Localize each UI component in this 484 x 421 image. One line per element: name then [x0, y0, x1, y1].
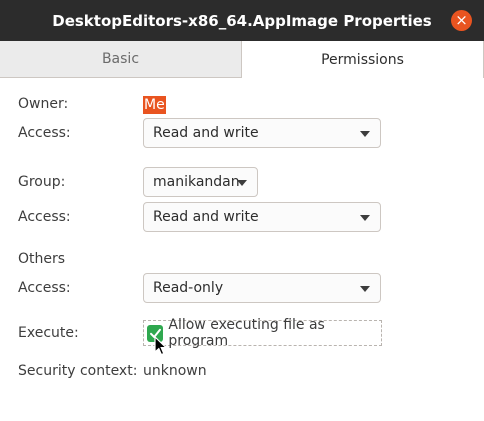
group-access-dropdown[interactable]: Read and write: [143, 202, 381, 232]
window-titlebar: DesktopEditors-x86_64.AppImage Propertie…: [0, 0, 484, 41]
tab-permissions[interactable]: Permissions: [241, 41, 484, 78]
group-value: manikandan: [153, 174, 240, 190]
execute-label: Execute:: [18, 325, 79, 341]
security-context-value: unknown: [143, 363, 207, 379]
owner-label: Owner:: [18, 96, 69, 112]
security-context-label: Security context:: [18, 363, 138, 379]
chevron-down-icon: [360, 215, 370, 221]
execute-checkbox-label: Allow executing file as program: [168, 317, 325, 349]
others-label: Others: [18, 251, 66, 267]
others-access-label: Access:: [18, 280, 71, 296]
owner-access-dropdown[interactable]: Read and write: [143, 118, 381, 148]
owner-value: Me: [143, 96, 166, 114]
group-dropdown[interactable]: manikandan: [143, 167, 258, 197]
window-title: DesktopEditors-x86_64.AppImage Propertie…: [52, 11, 432, 30]
chevron-down-icon: [237, 180, 247, 186]
tab-basic[interactable]: Basic: [0, 41, 241, 77]
execute-checkbox-row[interactable]: Allow executing file as program: [143, 317, 382, 349]
others-access-dropdown[interactable]: Read-only: [143, 273, 381, 303]
group-access-label: Access:: [18, 209, 71, 225]
chevron-down-icon: [360, 131, 370, 137]
group-access-value: Read and write: [153, 209, 259, 225]
chevron-down-icon: [360, 286, 370, 292]
mouse-cursor-icon: [154, 336, 168, 356]
group-label: Group:: [18, 174, 66, 190]
others-access-value: Read-only: [153, 280, 224, 296]
close-icon: ×: [455, 11, 468, 29]
permissions-panel: Owner: Me Access: Read and write Group: …: [0, 78, 484, 421]
close-button[interactable]: ×: [451, 10, 472, 31]
owner-access-label: Access:: [18, 125, 71, 141]
tab-bar: Basic Permissions: [0, 41, 484, 78]
owner-access-value: Read and write: [153, 125, 259, 141]
